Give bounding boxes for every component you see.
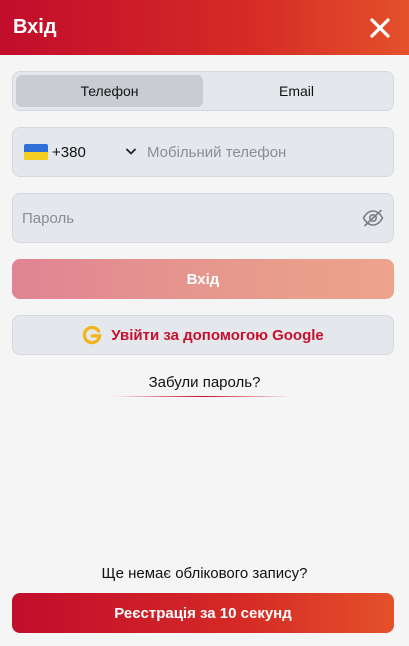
tab-phone[interactable]: Телефон — [16, 75, 203, 107]
country-code-select[interactable]: +380 — [13, 128, 147, 176]
forgot-password-link[interactable]: Забули пароль? — [0, 374, 409, 391]
register-button[interactable]: Реєстрація за 10 секунд — [12, 593, 394, 633]
chevron-down-icon — [125, 148, 137, 156]
login-method-tabs: Телефон Email — [12, 71, 394, 111]
close-button[interactable] — [369, 17, 391, 39]
password-input[interactable] — [13, 194, 353, 242]
login-screen: Вхід Телефон Email +380 Мобільний телефо… — [0, 0, 409, 646]
close-icon — [370, 17, 390, 38]
eye-off-icon — [362, 209, 384, 227]
country-code: +380 — [52, 143, 86, 161]
password-field — [12, 193, 394, 243]
header: Вхід — [0, 0, 409, 55]
no-account-text: Ще немає облікового запису? — [101, 565, 308, 582]
google-login-button[interactable]: Увійти за допомогою Google — [12, 315, 394, 355]
phone-input[interactable] — [147, 128, 393, 176]
login-button[interactable]: Вхід — [12, 259, 394, 299]
divider — [112, 396, 292, 397]
show-password-button[interactable] — [353, 209, 393, 227]
ukraine-flag-icon — [24, 144, 48, 160]
google-icon — [82, 325, 102, 345]
phone-field: +380 — [12, 127, 394, 177]
page-title: Вхід — [13, 16, 57, 38]
google-login-label: Увійти за допомогою Google — [111, 326, 324, 344]
tab-email[interactable]: Email — [203, 75, 390, 107]
